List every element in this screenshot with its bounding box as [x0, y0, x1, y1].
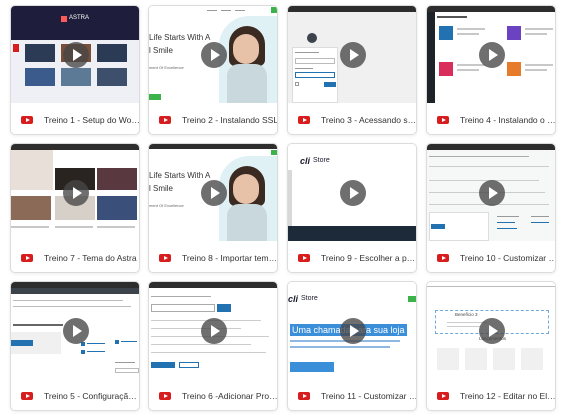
video-title: Treino 3 - Acessando seu painel — [321, 114, 417, 125]
logo-text: Store — [313, 157, 330, 164]
video-thumbnail[interactable] — [11, 144, 139, 241]
play-button[interactable] — [201, 317, 227, 344]
video-thumbnail[interactable] — [427, 144, 555, 241]
video-caption: Treino 1 - Setup do WordPress — [11, 103, 139, 134]
hero-heading-line2: l Smile — [149, 184, 174, 193]
youtube-icon — [21, 253, 33, 262]
video-title: Treino 7 - Tema do Astra — [44, 252, 137, 263]
video-thumbnail[interactable]: cli Store Uma chamada para sua loja — [288, 282, 416, 379]
youtube-icon — [159, 115, 171, 124]
youtube-icon — [298, 115, 310, 124]
play-button[interactable] — [63, 317, 89, 344]
video-thumbnail[interactable]: ASTRA — [11, 6, 139, 103]
play-button[interactable] — [63, 179, 89, 206]
youtube-icon — [21, 391, 33, 400]
video-thumbnail[interactable] — [427, 6, 555, 103]
video-card-5[interactable]: Treino 5 - Configuração inicial — [10, 281, 140, 411]
video-caption: Treino 4 - Instalando o plugin — [427, 103, 555, 134]
play-button[interactable] — [479, 41, 505, 68]
youtube-icon — [21, 115, 33, 124]
logo-mark: cli — [300, 156, 311, 166]
video-caption: Treino 6 -Adicionar Produtos — [149, 379, 277, 410]
video-thumbnail[interactable] — [288, 6, 416, 103]
hero-subtitle: ment Of Excellence — [149, 203, 184, 208]
video-card-6[interactable]: Treino 6 -Adicionar Produtos — [148, 281, 278, 411]
video-card-7[interactable]: Treino 7 - Tema do Astra — [10, 143, 140, 273]
play-button[interactable] — [201, 41, 227, 68]
hero-subtitle: ment Of Excellence — [149, 65, 184, 70]
video-caption: Treino 11 - Customizar elementos — [288, 379, 416, 410]
video-thumbnail[interactable]: Benefício 3 Lançamentos — [427, 282, 555, 379]
video-card-4[interactable]: Treino 4 - Instalando o plugin — [426, 5, 556, 135]
section-title: Benefício 3 — [455, 312, 478, 317]
video-caption: Treino 10 - Customizar o tema — [427, 241, 555, 272]
logo-mark: cli — [288, 294, 299, 304]
play-button[interactable] — [479, 317, 505, 344]
video-thumbnail[interactable] — [11, 282, 139, 379]
logo-text: ASTRA — [69, 15, 90, 21]
video-card-1[interactable]: ASTRA Treino 1 - Setup do WordPress — [10, 5, 140, 135]
video-title: Treino 8 - Importar template — [182, 252, 278, 263]
video-caption: Treino 5 - Configuração inicial — [11, 379, 139, 410]
hero-heading-line2: l Smile — [149, 46, 174, 55]
video-caption: Treino 7 - Tema do Astra — [11, 241, 139, 272]
video-thumbnail[interactable] — [149, 282, 277, 379]
video-title: Treino 2 - Instalando SSL — [182, 114, 278, 125]
youtube-icon — [437, 115, 449, 124]
hero-heading: Life Starts With A — [149, 171, 211, 180]
youtube-icon — [159, 391, 171, 400]
play-button[interactable] — [340, 41, 366, 68]
hero-heading: Life Starts With A — [149, 33, 211, 42]
video-caption: Treino 3 - Acessando seu painel — [288, 103, 417, 134]
youtube-icon — [298, 253, 310, 262]
video-title: Treino 9 - Escolher a página — [321, 252, 417, 263]
youtube-icon — [437, 253, 449, 262]
youtube-icon — [159, 253, 171, 262]
video-thumbnail[interactable]: cli Store — [288, 144, 416, 241]
video-caption: Treino 9 - Escolher a página — [288, 241, 417, 272]
youtube-icon — [298, 391, 310, 400]
video-card-9[interactable]: cli Store Treino 9 - Escolher a página — [287, 143, 417, 273]
logo-text: Store — [301, 295, 318, 302]
video-title: Treino 4 - Instalando o plugin — [460, 114, 555, 125]
video-thumbnail[interactable]: Life Starts With A l Smile ment Of Excel… — [149, 6, 277, 103]
video-title: Treino 10 - Customizar o tema — [460, 252, 555, 263]
play-button[interactable] — [479, 179, 505, 206]
video-caption: Treino 8 - Importar template — [149, 241, 278, 272]
play-button[interactable] — [340, 179, 366, 206]
video-thumbnail[interactable]: Life Starts With A l Smile ment Of Excel… — [149, 144, 277, 241]
video-caption: Treino 12 - Editar no Elementor — [427, 379, 555, 410]
play-button[interactable] — [201, 179, 227, 206]
video-title: Treino 6 -Adicionar Produtos — [182, 390, 277, 401]
video-title: Treino 5 - Configuração inicial — [44, 390, 139, 401]
play-button[interactable] — [63, 41, 89, 68]
youtube-icon — [437, 391, 449, 400]
video-title: Treino 12 - Editar no Elementor — [460, 390, 555, 401]
video-title: Treino 1 - Setup do WordPress — [44, 114, 139, 125]
play-button[interactable] — [340, 317, 366, 344]
video-card-12[interactable]: Benefício 3 Lançamentos Treino 12 - Edit… — [426, 281, 556, 411]
video-caption: Treino 2 - Instalando SSL — [149, 103, 278, 134]
video-card-3[interactable]: Treino 3 - Acessando seu painel — [287, 5, 417, 135]
video-card-10[interactable]: Treino 10 - Customizar o tema — [426, 143, 556, 273]
video-card-11[interactable]: cli Store Uma chamada para sua loja Trei… — [287, 281, 417, 411]
video-title: Treino 11 - Customizar elementos — [321, 390, 416, 401]
video-card-2[interactable]: Life Starts With A l Smile ment Of Excel… — [148, 5, 278, 135]
video-card-8[interactable]: Life Starts With A l Smile ment Of Excel… — [148, 143, 278, 273]
